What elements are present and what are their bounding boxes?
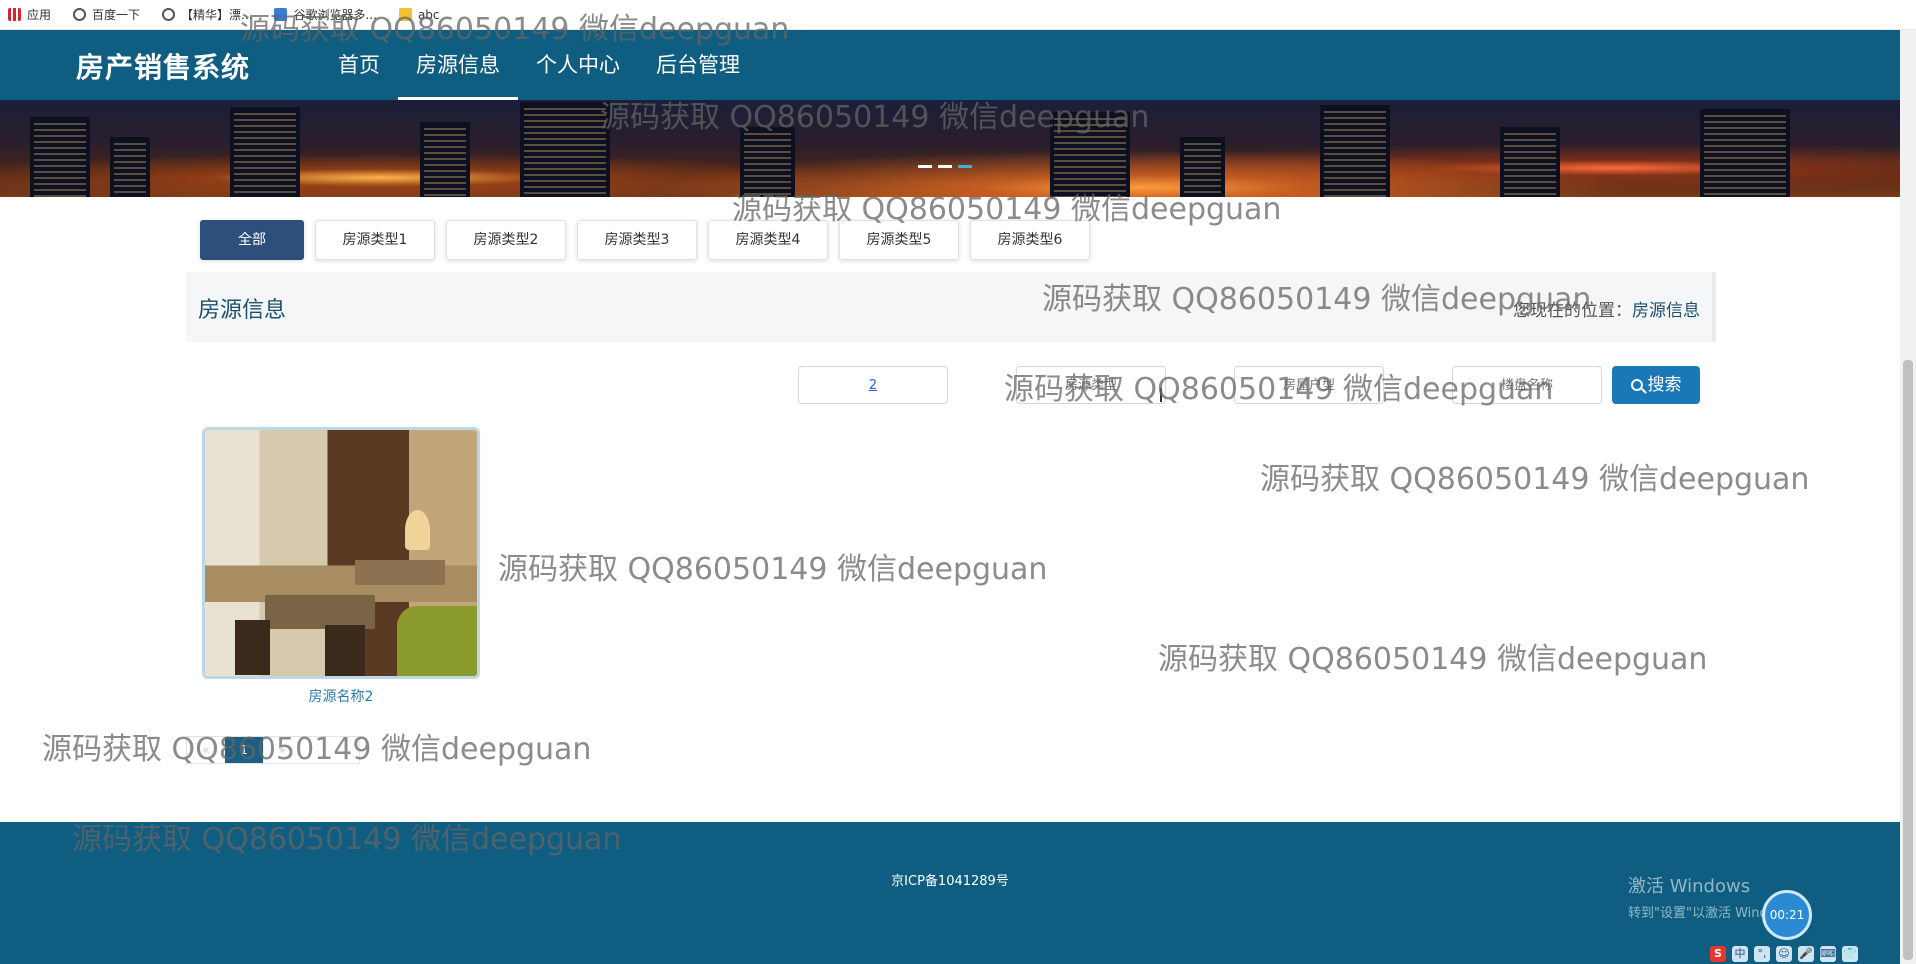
bookmark-apps[interactable]: 应用 xyxy=(8,6,51,23)
site-brand[interactable]: 房产销售系统 xyxy=(76,46,250,86)
recording-timer[interactable]: 00:21 xyxy=(1762,890,1812,940)
page: { "browser": { "bookmarks": [ {"label": … xyxy=(0,0,1916,964)
carousel-dot[interactable] xyxy=(918,165,932,168)
city-night-banner xyxy=(0,100,1900,197)
emoji-icon[interactable]: ☺ xyxy=(1776,946,1792,962)
category-all[interactable]: 全部 xyxy=(200,220,304,260)
folder-icon xyxy=(398,8,412,21)
nav-item-listings[interactable]: 房源信息 xyxy=(398,30,518,100)
category-type-6[interactable]: 房源类型6 xyxy=(970,220,1090,260)
top-nav: 房产销售系统 首页 房源信息 个人中心 后台管理 xyxy=(0,30,1900,100)
bookmarks-bar: 应用 百度一下 【精华】漂... 谷歌浏览器多... abc xyxy=(0,0,1916,30)
layout-input[interactable] xyxy=(1234,366,1384,404)
vertical-scrollbar[interactable] xyxy=(1900,30,1916,964)
category-type-2[interactable]: 房源类型2 xyxy=(446,220,566,260)
table-shape xyxy=(265,595,375,629)
sofa-shape xyxy=(397,606,477,676)
text-cursor xyxy=(1160,388,1162,402)
table-shape xyxy=(355,560,445,585)
watermark-text: 源码获取 QQ86050149 微信deepguan xyxy=(498,552,1048,587)
page-current[interactable]: 1 xyxy=(225,737,263,763)
watermark-text: 源码获取 QQ86050149 微信deepguan xyxy=(1260,462,1810,497)
main-menu: 首页 房源信息 个人中心 后台管理 xyxy=(320,30,758,100)
search-button[interactable]: 搜索 xyxy=(1612,366,1700,404)
globe-icon xyxy=(73,8,87,21)
building-shape xyxy=(1050,112,1130,197)
carousel-dot-active[interactable] xyxy=(958,165,972,168)
bookmark-jinghua[interactable]: 【精华】漂... xyxy=(162,6,252,23)
listing-card[interactable] xyxy=(202,427,480,679)
breadcrumb: 您现在的位置：房源信息 xyxy=(1513,296,1700,321)
nav-item-admin[interactable]: 后台管理 xyxy=(638,30,758,100)
footer: 京ICP备1041289号 xyxy=(0,822,1900,964)
breadcrumb-current[interactable]: 房源信息 xyxy=(1632,301,1700,321)
pagination: « 1 » xyxy=(186,736,360,764)
chair-shape xyxy=(235,620,270,675)
skin-icon[interactable]: 👕 xyxy=(1842,946,1858,962)
search-icon xyxy=(1630,379,1643,391)
category-type-1[interactable]: 房源类型1 xyxy=(315,220,435,260)
building-shape xyxy=(1700,109,1790,197)
punctuation-icon[interactable]: °, xyxy=(1754,946,1770,962)
nav-item-home[interactable]: 首页 xyxy=(320,30,398,100)
apps-grid-icon xyxy=(8,8,21,21)
building-shape xyxy=(110,137,150,197)
building-shape xyxy=(30,117,90,197)
breadcrumb-prefix: 您现在的位置： xyxy=(1513,301,1632,321)
category-tabs: 全部 房源类型1 房源类型2 房源类型3 房源类型4 房源类型5 房源类型6 xyxy=(200,220,1090,260)
bookmark-chrome[interactable]: 谷歌浏览器多... xyxy=(274,6,377,23)
building-shape xyxy=(520,102,610,197)
building-shape xyxy=(740,127,795,197)
estate-name-input[interactable] xyxy=(1452,366,1602,404)
category-type-4[interactable]: 房源类型4 xyxy=(708,220,828,260)
nav-item-profile[interactable]: 个人中心 xyxy=(518,30,638,100)
house-type-input[interactable] xyxy=(1016,366,1166,404)
carousel-dot[interactable] xyxy=(938,165,952,168)
bookmark-baidu[interactable]: 百度一下 xyxy=(73,6,140,23)
section-header: 房源信息 您现在的位置：房源信息 xyxy=(186,272,1716,342)
watermark-text: 源码获取 QQ86050149 微信deepguan xyxy=(1158,642,1708,677)
icp-record: 京ICP备1041289号 xyxy=(891,874,1009,889)
listing-name[interactable]: 房源名称2 xyxy=(202,686,480,706)
building-shape xyxy=(420,122,470,197)
carousel-indicators xyxy=(918,165,972,168)
keyboard-icon[interactable]: ⌨ xyxy=(1820,946,1836,962)
sogou-ime-icon[interactable]: S xyxy=(1710,946,1726,962)
globe-icon xyxy=(162,8,176,21)
scrollbar-thumb[interactable] xyxy=(1903,360,1913,960)
ime-mode-icon[interactable]: 中 xyxy=(1732,946,1748,962)
building-shape xyxy=(1500,127,1560,197)
building-shape xyxy=(1320,105,1390,197)
building-shape xyxy=(1180,137,1225,197)
bookmark-abc[interactable]: abc xyxy=(398,8,440,22)
building-shape xyxy=(230,107,300,197)
chair-shape xyxy=(325,625,365,676)
system-tray: S 中 °, ☺ 🎤 ⌨ 👕 xyxy=(1710,944,1858,964)
section-title: 房源信息 xyxy=(198,298,287,323)
page-prev-button[interactable]: « xyxy=(187,737,225,763)
doc-icon xyxy=(274,8,288,21)
search-field-1[interactable] xyxy=(798,366,948,404)
lamp-shape xyxy=(405,510,430,550)
listing-photo xyxy=(205,430,477,676)
microphone-icon[interactable]: 🎤 xyxy=(1798,946,1814,962)
page-next-button[interactable]: » xyxy=(263,737,301,763)
category-type-5[interactable]: 房源类型5 xyxy=(839,220,959,260)
category-type-3[interactable]: 房源类型3 xyxy=(577,220,697,260)
